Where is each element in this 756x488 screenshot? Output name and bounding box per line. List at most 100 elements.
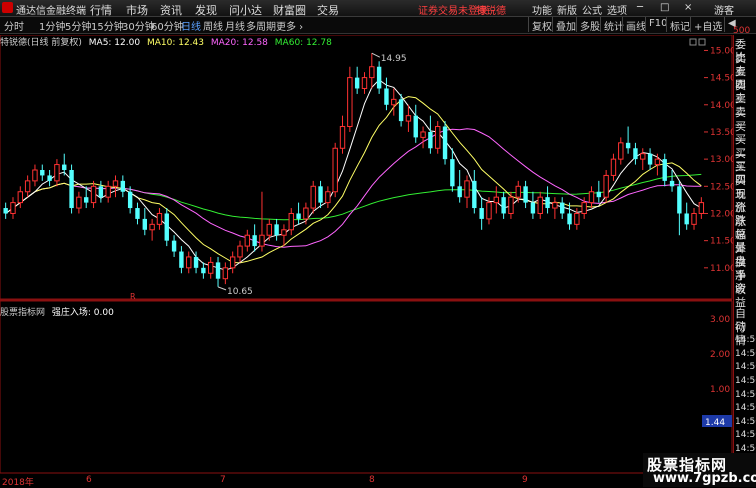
candle-body xyxy=(244,234,251,247)
tab-15min[interactable]: 15分钟 xyxy=(91,18,124,33)
menu-formula[interactable]: 公式 xyxy=(582,2,602,17)
upper-frame xyxy=(0,35,733,300)
candle-body xyxy=(215,262,221,279)
candle-body xyxy=(633,148,638,160)
period-toolbar: 分时 1分钟 5分钟 15分钟 30分钟 60分钟 日线 周线 月线 多周期 更… xyxy=(0,17,756,34)
overlay-button[interactable]: 叠加 xyxy=(552,17,579,33)
tab-60min[interactable]: 60分钟 xyxy=(151,18,184,33)
low-marker-line xyxy=(217,286,227,291)
candle-body xyxy=(669,180,675,187)
candle-body xyxy=(450,159,455,187)
app-logo-icon xyxy=(2,2,13,13)
candle-body xyxy=(493,196,499,204)
kline-chart[interactable]: 15.00 14.50 14.00 13.50 13.00 12.50 12.00 11.50… xyxy=(0,35,733,475)
tick-row-label: 14:56 xyxy=(735,335,756,346)
tick-row-label: 14:56 xyxy=(735,348,756,359)
menu-item-trade[interactable]: 交易 xyxy=(317,2,339,18)
date-label: 9 xyxy=(522,475,528,485)
stock-tab[interactable]: 特锐德 xyxy=(476,2,506,17)
tab-30min[interactable]: 30分钟 xyxy=(122,18,155,33)
tab-multi[interactable]: 多周期 xyxy=(246,18,276,33)
candle-body xyxy=(339,126,346,149)
tick-row-label: 14:56 xyxy=(735,362,756,373)
candle-body xyxy=(545,197,550,209)
candle-body xyxy=(435,126,441,149)
candle-body xyxy=(3,208,8,214)
candle-body xyxy=(142,218,147,230)
menu-item-wealth[interactable]: 财富圈 xyxy=(273,2,306,18)
low-price-label: 10.65 xyxy=(227,287,253,297)
price-tick-label: 12.50 xyxy=(710,182,733,192)
candle-body xyxy=(596,191,602,198)
price-tick-label: 12.00 xyxy=(710,209,733,219)
menu-item-ask[interactable]: 问小达 xyxy=(229,2,262,18)
guest-label[interactable]: 游客 xyxy=(714,2,734,17)
menu-item-discover[interactable]: 发现 xyxy=(195,2,217,18)
candle-body xyxy=(552,202,558,209)
indicator-tick-label: 3.00 xyxy=(710,315,730,325)
ma10-line xyxy=(5,96,702,264)
tab-5min[interactable]: 5分钟 xyxy=(65,18,91,33)
indicator-value: 强庄入场: 0.00 xyxy=(51,308,114,318)
multi-stock-button[interactable]: 多股 xyxy=(576,17,603,33)
candle-body xyxy=(537,196,543,214)
indicator-tick-label: 2.00 xyxy=(710,350,730,360)
candle-body xyxy=(179,251,184,268)
tab-daily[interactable]: 日线 xyxy=(181,18,201,33)
menu-item-news[interactable]: 资讯 xyxy=(160,2,182,18)
tab-1min[interactable]: 1分钟 xyxy=(39,18,65,33)
restore-button[interactable]: 复权 xyxy=(528,17,555,33)
menu-newversion[interactable]: 新版 xyxy=(557,2,577,17)
menu-options[interactable]: 选项 xyxy=(607,2,627,17)
candle-body xyxy=(98,186,104,198)
candle-body xyxy=(684,213,689,225)
date-label: 8 xyxy=(369,475,375,485)
tick-row-label: 14:56 xyxy=(735,403,756,414)
indicator-current-value: 1.44 xyxy=(705,418,725,428)
candle-body xyxy=(201,267,206,274)
tick-row-label: 14:56 xyxy=(735,416,756,427)
candle-body xyxy=(662,159,667,181)
tab-monthly[interactable]: 月线 xyxy=(225,18,245,33)
maximize-icon[interactable]: □ xyxy=(660,2,669,13)
indicator-tick-label: 1.00 xyxy=(710,385,730,395)
candle-body xyxy=(266,223,272,236)
candle-body xyxy=(581,202,587,214)
menu-item-market[interactable]: 市场 xyxy=(126,2,148,18)
tab-more[interactable]: 更多 › xyxy=(276,18,303,33)
candle-body xyxy=(274,224,279,236)
mark-button[interactable]: 标记 xyxy=(666,17,693,33)
menu-item-quote[interactable]: 行情 xyxy=(90,2,112,18)
candle-body xyxy=(296,213,301,219)
menu-function[interactable]: 功能 xyxy=(532,2,552,17)
chart-settings-icon xyxy=(698,38,706,46)
add-watchlist-button[interactable]: +自选 xyxy=(690,17,725,33)
minimize-icon[interactable]: ─ xyxy=(637,2,643,13)
candle-body xyxy=(135,208,140,219)
candle-body xyxy=(588,191,595,204)
candle-body xyxy=(398,99,404,122)
watermark-url: www.7gpzb.com xyxy=(653,471,756,486)
candle-body xyxy=(193,256,199,268)
candle-body xyxy=(347,77,353,128)
tab-timeshare[interactable]: 分时 xyxy=(4,18,24,33)
indicator-legend: 股票指标网 强庄入场: 0.00 xyxy=(0,305,114,318)
candle-body xyxy=(69,170,74,209)
candle-body xyxy=(112,180,119,187)
candle-body xyxy=(325,191,331,204)
candle-body xyxy=(376,66,382,89)
candle-body xyxy=(120,180,126,192)
chart-zoom-icon xyxy=(689,38,697,46)
candle-body xyxy=(318,186,323,203)
price-tick-label: 13.50 xyxy=(710,128,733,138)
candle-body xyxy=(560,202,565,214)
candle-body xyxy=(405,115,412,122)
candle-body xyxy=(40,170,45,176)
candle-body xyxy=(90,185,97,204)
close-icon[interactable]: × xyxy=(684,2,692,13)
price-tick-label: 14.50 xyxy=(710,74,733,84)
price-tick-label: 14.00 xyxy=(710,101,733,111)
quote-row-label: 收益 xyxy=(735,282,746,309)
tab-weekly[interactable]: 周线 xyxy=(203,18,223,33)
candle-body xyxy=(691,212,697,225)
